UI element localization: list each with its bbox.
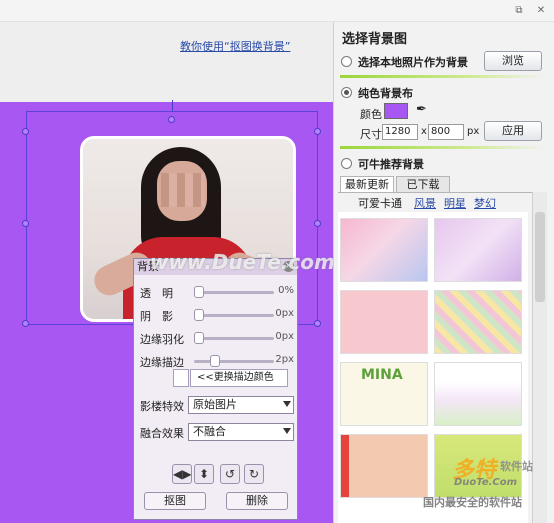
size-separator: x <box>421 126 427 137</box>
browse-button[interactable]: 浏览 <box>484 51 542 71</box>
resize-handle-right[interactable] <box>314 220 321 227</box>
thumbnail-red-notebook[interactable] <box>340 434 428 498</box>
change-border-color-button[interactable]: <<更换描边颜色 <box>173 369 288 387</box>
chevron-down-icon <box>283 428 291 434</box>
face-mosaic <box>161 173 205 207</box>
subcategory-dreamy[interactable]: 梦幻 <box>474 195 496 211</box>
flip-vertical-icon[interactable]: ⬍ <box>194 464 214 484</box>
panel-title: 选择背景图 <box>342 32 408 47</box>
subcategory-cartoon[interactable]: 可爱卡通 <box>358 195 402 211</box>
bottom-watermark-brand2: 软件站 <box>500 460 533 473</box>
change-border-color-label: <<更换描边颜色 <box>197 372 274 383</box>
rotate-left-icon[interactable]: ↺ <box>220 464 240 484</box>
slider-knob[interactable] <box>194 309 204 321</box>
color-label: 颜色 <box>360 108 382 121</box>
blend-row: 融合效果 不融合 <box>140 423 294 441</box>
rotate-right-icon[interactable]: ↻ <box>244 464 264 484</box>
option-recommended-label[interactable]: 可牛推荐背景 <box>358 156 424 172</box>
thumbnail-scrollbar[interactable] <box>532 192 547 523</box>
thumbnail-pink-flowers[interactable] <box>340 218 428 282</box>
tab-divider <box>338 192 532 193</box>
background-panel: 选择背景图 选择本地照片作为背景 浏览 纯色背景布 颜色 ✒ 尺寸 1280 x… <box>333 22 554 523</box>
scrollbar-thumb[interactable] <box>535 212 545 302</box>
blend-value: 不融合 <box>193 425 226 438</box>
resize-handle-bottom-right[interactable] <box>314 320 321 327</box>
bottom-watermark-tagline: 国内最安全的软件站 <box>423 496 522 509</box>
eyedropper-icon[interactable]: ✒ <box>416 102 427 117</box>
size-label: 尺寸 <box>360 128 382 141</box>
effect-select[interactable]: 原始图片 <box>188 396 294 414</box>
feather-slider[interactable] <box>194 332 274 344</box>
chevron-down-icon <box>283 401 291 407</box>
window-top-strip: ⧉ ✕ <box>0 0 554 22</box>
feather-row: 边缘羽化 0px <box>140 331 294 346</box>
opacity-value: 0% <box>278 285 294 296</box>
resize-handle-top-left[interactable] <box>22 128 29 135</box>
subcategory-celebrity[interactable]: 明星 <box>444 195 466 211</box>
shadow-row: 阴 影 0px <box>140 308 294 323</box>
thumbnail-mina-cartoon[interactable]: MINA <box>340 362 428 426</box>
height-input[interactable]: 800 <box>428 124 464 140</box>
mina-text: MINA <box>361 367 403 383</box>
tutorial-link[interactable]: 教你使用“抠图换背景” <box>180 38 290 54</box>
thumbnail-yellow-pattern[interactable] <box>434 290 522 354</box>
thumbnail-colorful-flowers[interactable] <box>434 362 522 426</box>
thumbnail-pink-cartoon[interactable] <box>340 290 428 354</box>
cutout-button[interactable]: 抠图 <box>144 492 206 510</box>
border-color-swatch[interactable] <box>173 369 189 387</box>
center-watermark: www.DueTe.com <box>150 250 335 274</box>
restore-icon[interactable]: ⧉ <box>512 4 526 18</box>
separator-green <box>340 75 546 78</box>
option-local-radio[interactable] <box>341 56 352 67</box>
resize-handle-bottom-left[interactable] <box>22 320 29 327</box>
opacity-slider[interactable] <box>194 286 274 298</box>
blend-label: 融合效果 <box>140 427 184 440</box>
separator-green <box>340 146 546 149</box>
flip-horizontal-icon[interactable]: ◀▶ <box>172 464 192 484</box>
effect-value: 原始图片 <box>193 398 237 411</box>
feather-value: 0px <box>275 331 294 342</box>
shadow-label: 阴 影 <box>140 310 173 323</box>
stroke-row: 边缘描边 2px <box>140 354 294 369</box>
color-swatch[interactable] <box>384 103 408 119</box>
slider-knob[interactable] <box>194 286 204 298</box>
opacity-row: 透 明 0% <box>140 285 294 300</box>
effect-row: 影楼特效 原始图片 <box>140 396 294 414</box>
tab-latest[interactable]: 最新更新 <box>340 176 394 192</box>
option-recommended-radio[interactable] <box>341 158 352 169</box>
background-properties-popup: 背景 × 透 明 0% 阴 影 0px 边缘羽化 0px 边缘描边 2px <<… <box>133 258 298 520</box>
effect-label: 影楼特效 <box>140 400 184 413</box>
delete-button[interactable]: 删除 <box>226 492 288 510</box>
stroke-label: 边缘描边 <box>140 356 184 369</box>
tab-downloaded[interactable]: 已下载 <box>396 176 450 192</box>
resize-handle-top-right[interactable] <box>314 128 321 135</box>
width-input[interactable]: 1280 <box>382 124 418 140</box>
stroke-value: 2px <box>275 354 294 365</box>
bottom-watermark-url: DuoTe.Com <box>454 477 518 488</box>
thumbnail-purple-dream[interactable] <box>434 218 522 282</box>
feather-label: 边缘羽化 <box>140 333 184 346</box>
slider-knob[interactable] <box>194 332 204 344</box>
slider-knob[interactable] <box>210 355 220 367</box>
stroke-slider[interactable] <box>194 355 274 367</box>
close-icon[interactable]: ✕ <box>534 4 548 18</box>
shadow-value: 0px <box>275 308 294 319</box>
option-solid-label[interactable]: 纯色背景布 <box>358 85 413 101</box>
opacity-label: 透 明 <box>140 287 173 300</box>
apply-button[interactable]: 应用 <box>484 121 542 141</box>
resize-handle-left[interactable] <box>22 220 29 227</box>
blend-select[interactable]: 不融合 <box>188 423 294 441</box>
shadow-slider[interactable] <box>194 309 274 321</box>
size-unit: px <box>467 126 480 137</box>
subcategory-scenery[interactable]: 风景 <box>414 195 436 211</box>
option-local-label[interactable]: 选择本地照片作为背景 <box>358 54 468 70</box>
option-solid-radio[interactable] <box>341 87 352 98</box>
